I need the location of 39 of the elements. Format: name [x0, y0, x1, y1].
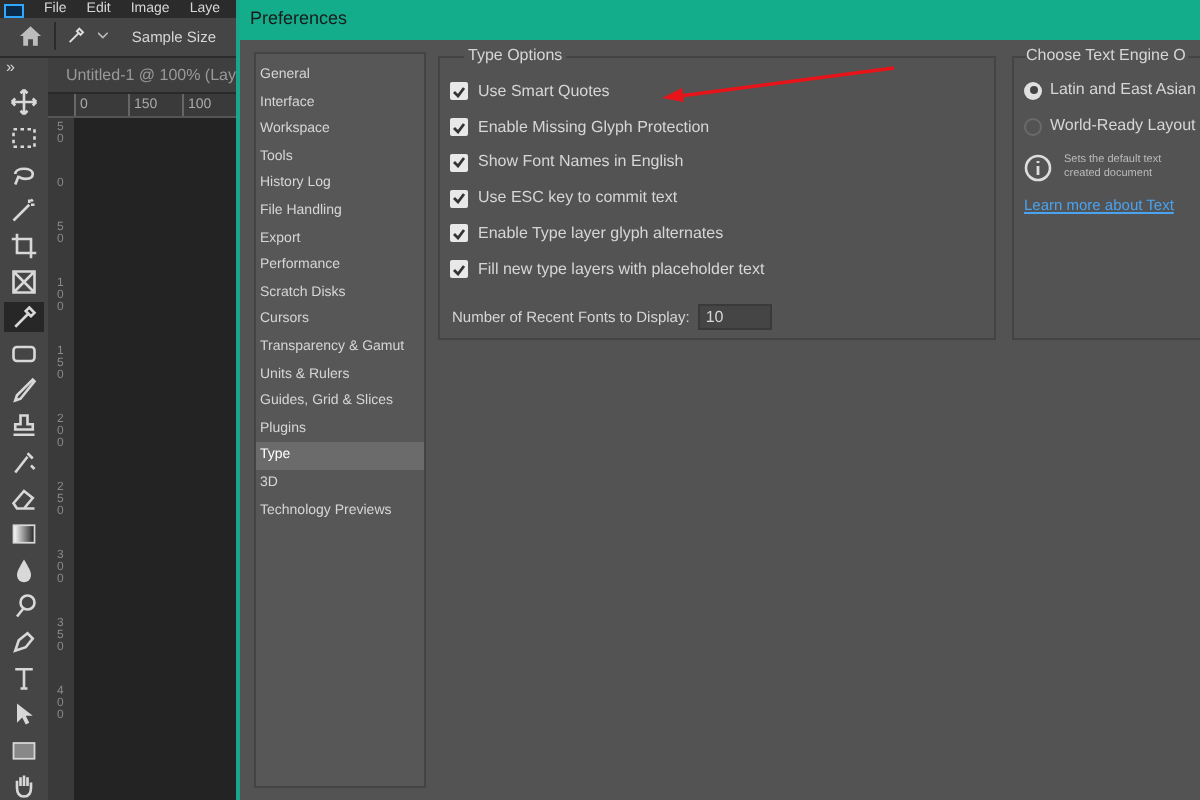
type-tool-icon: [9, 663, 38, 691]
brush-tool-icon: [9, 375, 38, 403]
gradient-tool-icon: [9, 519, 38, 547]
checkbox[interactable]: [450, 82, 468, 101]
option-label: Use ESC key to commit text: [478, 186, 678, 211]
move-tool-icon: [9, 87, 38, 115]
document-tab[interactable]: Untitled-1 @ 100% (Lay: [47, 58, 236, 94]
radio-button[interactable]: [1024, 81, 1042, 99]
eyedropper-icon[interactable]: [66, 24, 87, 49]
checkbox[interactable]: [450, 224, 468, 243]
option-label: Latin and East Asian: [1050, 78, 1196, 102]
eyedropper-tool-icon: [9, 303, 38, 331]
checkbox[interactable]: [450, 260, 468, 279]
stamp-tool-icon: [9, 411, 38, 439]
option-label: World-Ready Layout: [1050, 114, 1196, 138]
frame-tool-icon: [9, 267, 38, 295]
dialog-title: Preferences: [250, 6, 348, 33]
group-legend: Choose Text Engine O: [1026, 46, 1188, 66]
checkbox[interactable]: [450, 118, 468, 137]
panel-toggle[interactable]: »: [0, 58, 15, 78]
checkbox[interactable]: [450, 153, 468, 172]
history-tool-icon: [9, 447, 38, 475]
home-icon[interactable]: [20, 24, 42, 49]
group-legend: Type Options: [464, 46, 567, 66]
tool-button[interactable]: [3, 302, 44, 332]
option-label: Fill new type layers with placeholder text: [478, 257, 765, 282]
crop-tool-icon: [9, 231, 38, 259]
wand-tool-icon: [9, 195, 38, 223]
checkbox[interactable]: [450, 189, 468, 208]
app-logo-icon: [4, 3, 24, 18]
option-label: Show Font Names in English: [478, 150, 684, 175]
recent-fonts-field[interactable]: 10: [697, 303, 772, 330]
marquee-tool-icon: [9, 123, 38, 151]
caret-icon[interactable]: [98, 32, 108, 41]
option-label: Enable Missing Glyph Protection: [478, 115, 710, 140]
option-label: Enable Type layer glyph alternates: [478, 221, 724, 246]
pen-tool-icon: [9, 627, 38, 655]
option-label: Use Smart Quotes: [478, 79, 610, 104]
info-icon: [1024, 154, 1052, 182]
